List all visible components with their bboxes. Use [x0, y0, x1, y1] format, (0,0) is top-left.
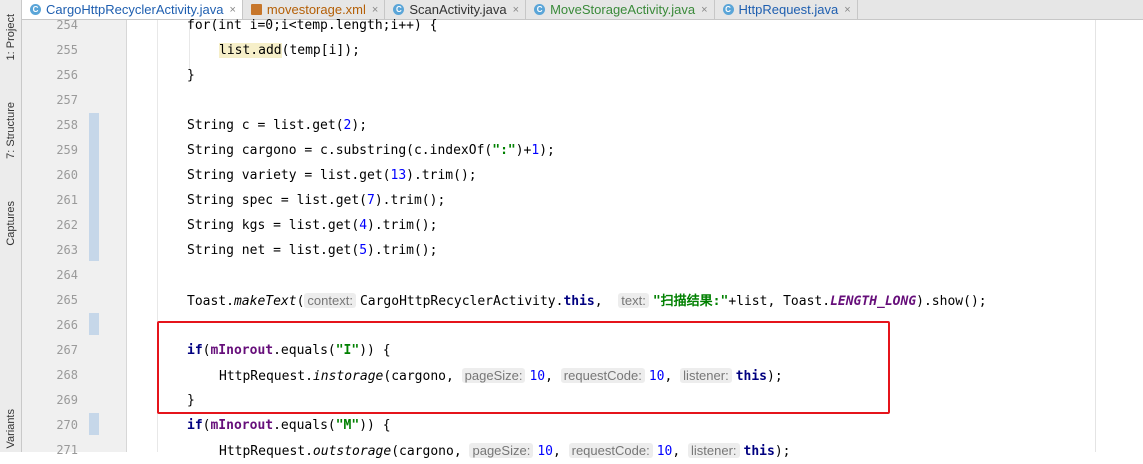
captures-tool-tab[interactable]: Captures — [1, 188, 21, 258]
code-line[interactable]: 270 if(mInorout.equals("M")) { — [22, 413, 1143, 438]
code-line[interactable]: 260 String variety = list.get(13).trim()… — [22, 163, 1143, 188]
code-text: CargoHttpRecyclerActivity. — [359, 294, 564, 309]
code-text: ).trim(); — [367, 243, 438, 258]
code-text: ).show(); — [916, 294, 987, 309]
code-text: String cargono = c.substring(c.indexOf( — [187, 143, 493, 158]
static-field: LENGTH_LONG — [830, 294, 917, 309]
code-line[interactable]: 263 String net = list.get(5).trim(); — [22, 238, 1143, 263]
code-text: String variety = list.get( — [187, 168, 391, 183]
line-number: 258 — [56, 118, 78, 132]
line-number: 263 — [56, 243, 78, 257]
code-line[interactable]: 256 } — [22, 63, 1143, 88]
line-number: 268 — [56, 368, 78, 382]
parameter-hint: listener: — [688, 443, 740, 458]
code-text: )) { — [359, 418, 391, 433]
code-text: for(int i=0;i<temp.length;i++) { — [187, 18, 438, 33]
code-text: , — [594, 294, 603, 309]
code-text: (temp[i]); — [281, 43, 360, 58]
parameter-hint: pageSize: — [469, 443, 534, 458]
project-tool-tab[interactable]: 1: Project — [1, 2, 21, 72]
line-number: 269 — [56, 393, 78, 407]
static-method-call: makeText — [233, 294, 297, 309]
line-number: 271 — [56, 443, 78, 457]
code-text: ).trim(); — [367, 218, 438, 233]
variants-tool-tab[interactable]: Variants — [1, 405, 21, 452]
code-line[interactable]: 258 String c = list.get(2); — [22, 113, 1143, 138]
line-number: 270 — [56, 418, 78, 432]
number-literal: 7 — [367, 193, 375, 208]
string-literal: "M" — [335, 418, 360, 433]
code-text: ); — [539, 143, 555, 158]
code-text: )+ — [515, 143, 532, 158]
code-text: String c = list.get( — [187, 118, 344, 133]
line-number: 254 — [56, 18, 78, 32]
line-number: 261 — [56, 193, 78, 207]
parameter-hint: context: — [304, 293, 356, 308]
line-number: 262 — [56, 218, 78, 232]
project-tab-label: 1: Project — [5, 13, 17, 61]
code-line[interactable]: 257 — [22, 88, 1143, 113]
parameter-hint: text: — [618, 293, 649, 308]
code-text: String kgs = list.get( — [187, 218, 360, 233]
structure-tab-label: 7: Structure — [5, 101, 17, 159]
code-text: String net = list.get( — [187, 243, 360, 258]
code-line[interactable]: 261 String spec = list.get(7).trim(); — [22, 188, 1143, 213]
code-text: .equals( — [273, 418, 336, 433]
code-line[interactable]: 254 for(int i=0;i<temp.length;i++) { — [22, 13, 1143, 38]
code-line[interactable]: 271 HttpRequest.outstorage(cargono, page… — [22, 438, 1143, 463]
highlighted-usage: list.add — [219, 43, 282, 58]
tool-window-sidebar: 1: Project 7: Structure Captures Variant… — [0, 0, 22, 452]
code-line[interactable]: 259 String cargono = c.substring(c.index… — [22, 138, 1143, 163]
code-text: ); — [351, 118, 368, 133]
line-number: 257 — [56, 93, 78, 107]
number-literal: 5 — [359, 243, 368, 258]
line-number: 265 — [56, 293, 78, 307]
number-literal: 4 — [359, 218, 368, 233]
code-text: } — [187, 68, 195, 83]
line-number: 266 — [56, 318, 78, 332]
highlight-annotation-box — [157, 321, 890, 414]
keyword: if — [187, 418, 203, 433]
number-literal: 13 — [390, 168, 407, 183]
code-text: +list, Toast. — [728, 294, 831, 309]
line-number: 264 — [56, 268, 78, 282]
parameter-hint: requestCode: — [568, 443, 653, 458]
line-number: 256 — [56, 68, 78, 82]
field-reference: mInorout — [210, 418, 274, 433]
structure-tool-tab[interactable]: 7: Structure — [1, 90, 21, 170]
code-line[interactable]: 255 list.add(temp[i]); — [22, 38, 1143, 63]
string-literal: "扫描结果:" — [652, 294, 729, 309]
keyword: this — [563, 294, 595, 309]
line-number: 259 — [56, 143, 78, 157]
code-text: ).trim(); — [374, 193, 446, 208]
variants-tab-label: Variants — [5, 408, 17, 449]
code-line[interactable]: 265 Toast.makeText(context: CargoHttpRecy… — [22, 288, 1143, 313]
string-literal: ":" — [492, 143, 516, 158]
line-number: 267 — [56, 343, 78, 357]
captures-tab-label: Captures — [5, 200, 17, 246]
code-line[interactable]: 262 String kgs = list.get(4).trim(); — [22, 213, 1143, 238]
code-text: String spec = list.get( — [187, 193, 368, 208]
line-number: 260 — [56, 168, 78, 182]
code-line[interactable]: 264 — [22, 263, 1143, 288]
line-number: 255 — [56, 43, 78, 57]
code-text: ).trim(); — [406, 168, 477, 183]
code-text: Toast. — [187, 294, 234, 309]
